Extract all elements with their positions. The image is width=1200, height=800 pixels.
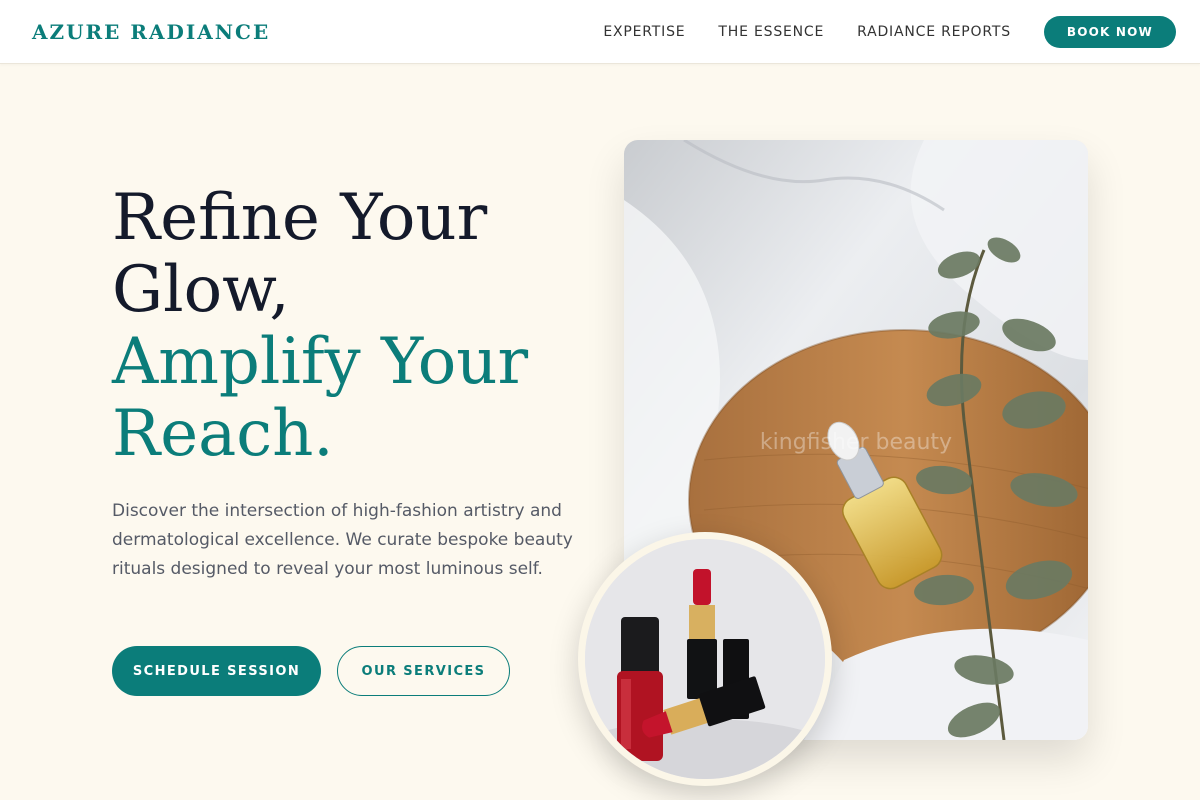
our-services-button[interactable]: OUR SERVICES xyxy=(337,646,510,696)
nav-link-radiance-reports[interactable]: RADIANCE REPORTS xyxy=(857,24,1011,40)
lipstick-nail-polish-photo xyxy=(578,532,832,786)
site-header: AZURE RADIANCE EXPERTISE THE ESSENCE RAD… xyxy=(0,0,1200,64)
nav-link-the-essence[interactable]: THE ESSENCE xyxy=(718,24,824,40)
circle-photo-frame xyxy=(585,539,825,779)
hero-title-line: Refine Your xyxy=(112,181,488,255)
photo-watermark: kingfisher beauty xyxy=(760,430,952,455)
book-now-button[interactable]: BOOK NOW xyxy=(1043,16,1176,48)
nav-link-expertise[interactable]: EXPERTISE xyxy=(603,24,685,40)
hero-title-accent-line: Amplify Your xyxy=(112,325,529,399)
hero-title-accent-line: Reach. xyxy=(112,397,334,471)
cosmetics-illustration xyxy=(585,539,825,779)
main-nav: EXPERTISE THE ESSENCE RADIANCE REPORTS B… xyxy=(603,16,1176,48)
hero-description: Discover the intersection of high-fashio… xyxy=(112,501,573,579)
hero-title: Refine Your Glow, Amplify Your Reach. xyxy=(112,182,572,470)
hero-title-line: Glow, xyxy=(112,253,290,327)
brand-logo[interactable]: AZURE RADIANCE xyxy=(32,20,270,44)
schedule-session-button[interactable]: SCHEDULE SESSION xyxy=(112,646,321,696)
